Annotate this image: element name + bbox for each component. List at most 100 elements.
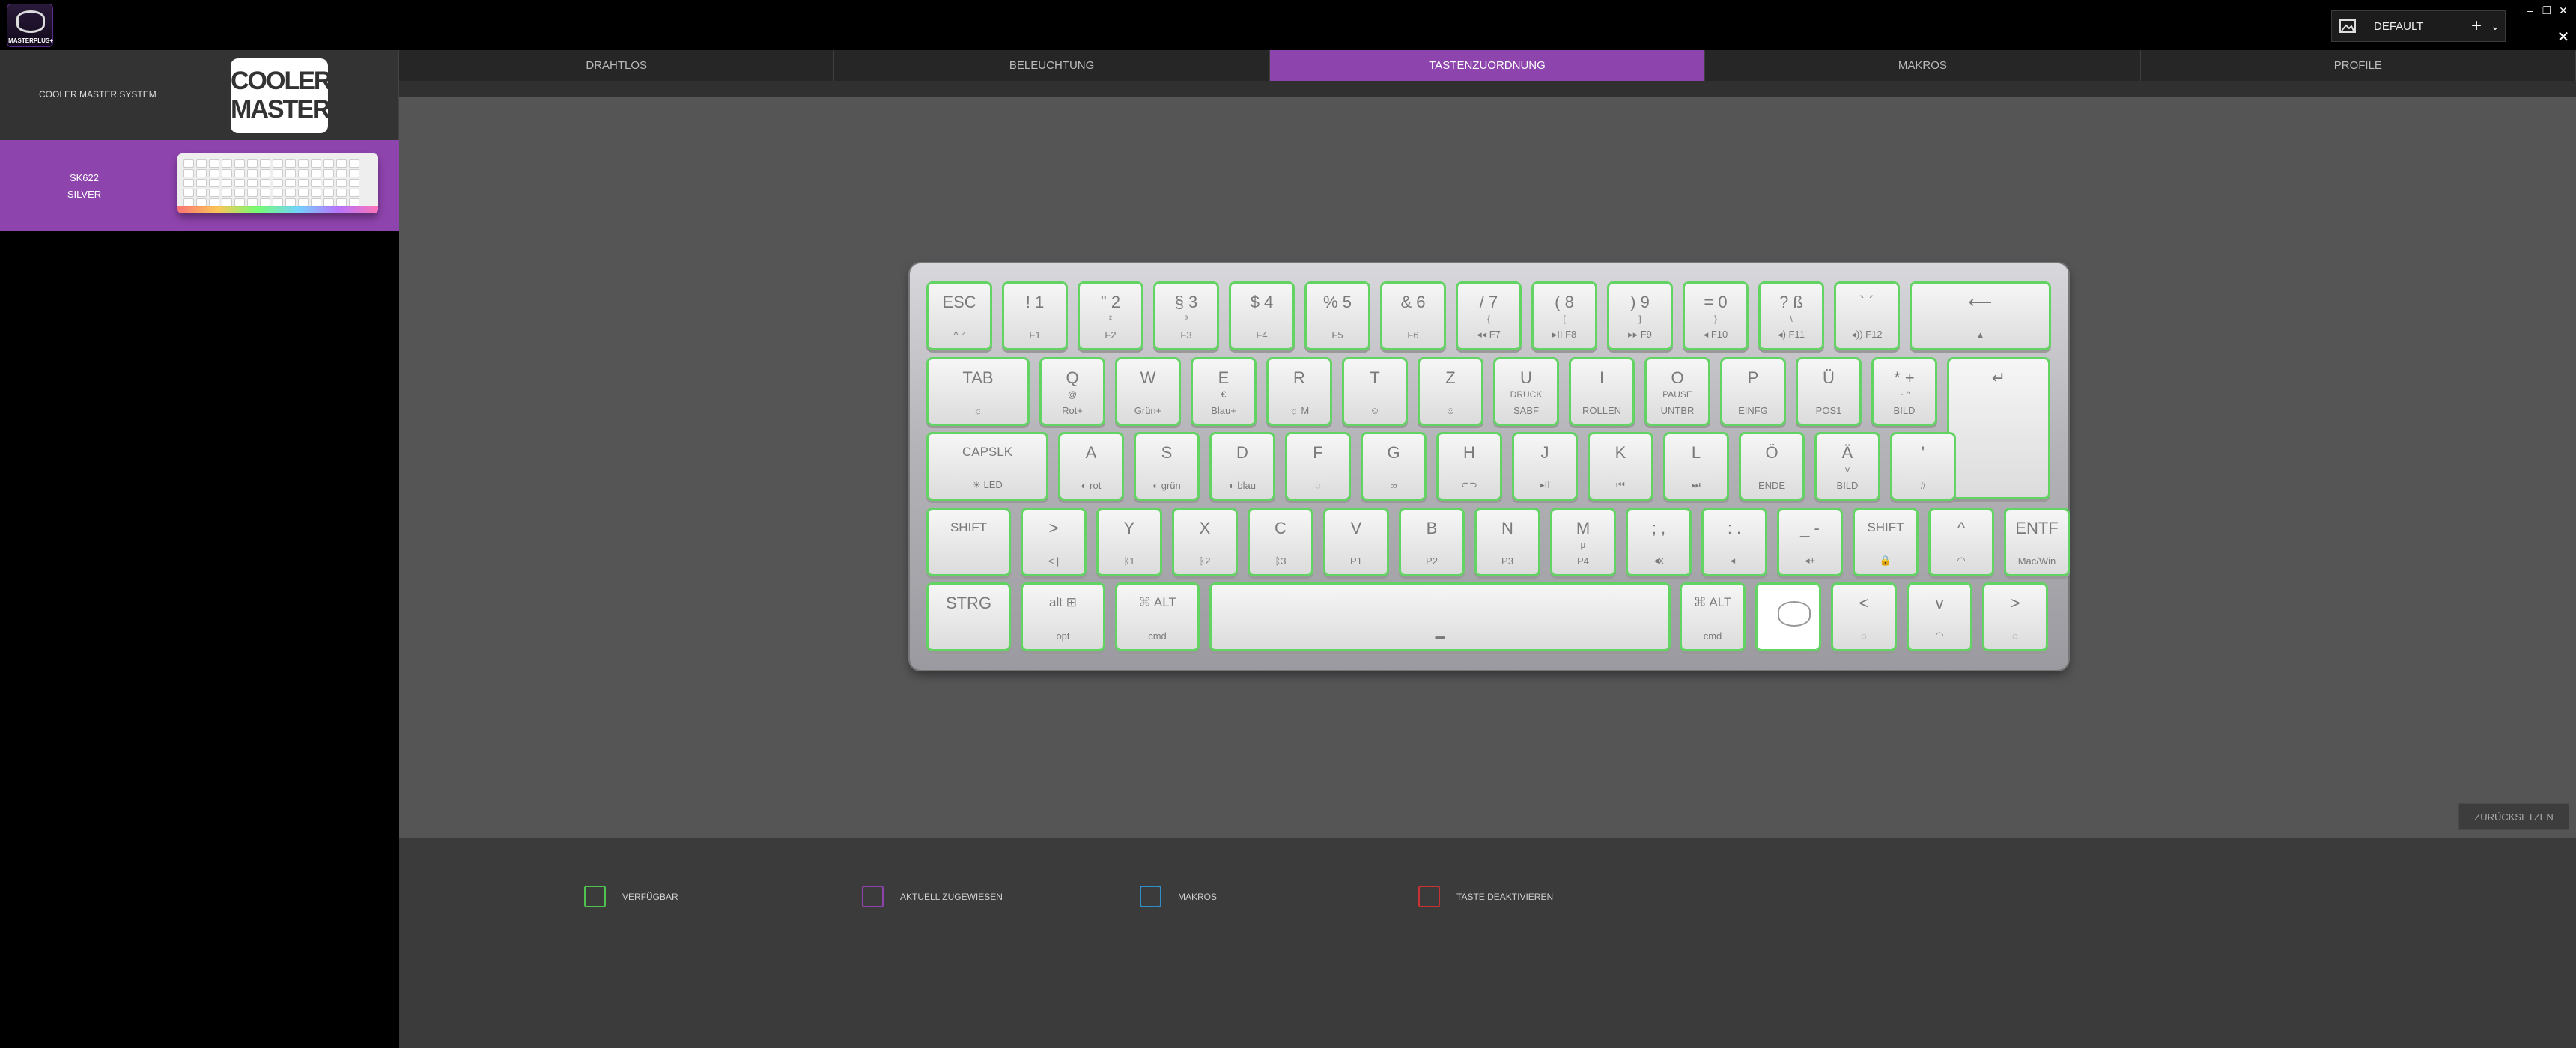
key-r2-c2[interactable]: S ◐ grün <box>1134 432 1200 501</box>
key-r2-c4[interactable]: F ◌ <box>1285 432 1351 501</box>
key-r2-c0[interactable]: CAPSLK ☀ LED <box>926 432 1048 501</box>
key-r2-c8[interactable]: K ⏮ <box>1588 432 1653 501</box>
key-r4-c1[interactable]: alt ⊞ opt <box>1021 582 1105 651</box>
key-label: Z <box>1445 368 1456 387</box>
tab-tastenzuordnung[interactable]: TASTENZUORDNUNG <box>1269 50 1706 81</box>
key-r4-c8[interactable]: > ◌ <box>1982 582 2048 651</box>
key-r1-c4[interactable]: R ☼ M <box>1266 356 1332 426</box>
key-r1-c6[interactable]: Z ☺ <box>1418 356 1483 426</box>
key-r1-c9[interactable]: O PAUSE UNTBR <box>1644 356 1710 426</box>
plus-icon[interactable]: + <box>2467 16 2485 37</box>
key-r0-c10[interactable]: = 0} ◂ F10 <box>1683 281 1749 350</box>
key-r0-c0[interactable]: ESC ^ ° <box>926 281 992 350</box>
key-secondary-label: ² <box>1109 314 1112 324</box>
key-r3-c11[interactable]: _ - ◂+ <box>1777 507 1843 576</box>
key-r3-c8[interactable]: Mµ P4 <box>1550 507 1616 576</box>
key-r0-c3[interactable]: § 3 ³ F3 <box>1153 281 1219 350</box>
thumbnail-key <box>247 179 258 187</box>
key-r2-c6[interactable]: H ⊂⊃ <box>1436 432 1502 501</box>
key-r4-c7[interactable]: v ◠ <box>1907 582 1972 651</box>
key-r2-c1[interactable]: A ◐ rot <box>1058 432 1124 501</box>
reset-button[interactable]: ZURÜCKSETZEN <box>2458 803 2569 830</box>
key-r0-c4[interactable]: $ 4 F4 <box>1229 281 1295 350</box>
key-r3-c9[interactable]: ; , ◂x <box>1626 507 1692 576</box>
key-r3-c5[interactable]: V P1 <box>1323 507 1389 576</box>
profile-selector[interactable]: DEFAULT + ⌄ <box>2331 10 2506 42</box>
key-r1-c7[interactable]: U DRUCK SABF <box>1493 356 1559 426</box>
key-r4-c5[interactable] <box>1755 582 1821 651</box>
key-fn-label: BILD <box>1836 480 1859 491</box>
key-r3-c4[interactable]: C ᛒ3 <box>1248 507 1313 576</box>
key-fn-label: ◐ grün <box>1152 480 1181 491</box>
key-r3-c2[interactable]: Y ᛒ1 <box>1096 507 1162 576</box>
window-close-button[interactable]: ✕ <box>2557 4 2569 16</box>
device-sidebar: COOLER MASTER SYSTEM COOLER MASTER SK622… <box>0 50 399 1048</box>
key-r1-c0[interactable]: TAB ☼ <box>926 356 1030 426</box>
key-r0-c2[interactable]: " 2 ² F2 <box>1078 281 1143 350</box>
key-r3-c13[interactable]: ^ ◠ <box>1928 507 1994 576</box>
key-r4-c6[interactable]: < ◌ <box>1831 582 1897 651</box>
thumbnail-key <box>311 159 321 168</box>
key-r4-c2[interactable]: ⌘ ALT cmd <box>1115 582 1200 651</box>
key-r0-c7[interactable]: / 7 {◂◂ F7 <box>1456 281 1522 350</box>
key-r3-c3[interactable]: X ᛒ2 <box>1172 507 1238 576</box>
key-r4-c3[interactable]: ▬ <box>1209 582 1671 651</box>
key-r3-c10[interactable]: : . ◂- <box>1701 507 1767 576</box>
masterplus-cup-icon <box>16 10 45 33</box>
key-r3-c14[interactable]: ENTF Mac/Win <box>2004 507 2070 576</box>
key-r1-c13[interactable]: ↵ <box>1947 356 2050 499</box>
key-r1-c10[interactable]: P EINFG <box>1720 356 1786 426</box>
key-r2-c7[interactable]: J ▸II <box>1512 432 1578 501</box>
thumbnail-key <box>209 159 219 168</box>
thumbnail-key <box>196 159 207 168</box>
tab-profile[interactable]: PROFILE <box>2141 50 2576 81</box>
restore-button[interactable]: ❐ <box>2541 4 2553 16</box>
key-r0-c12[interactable]: ` ´ ◂)) F12 <box>1834 281 1900 350</box>
key-fn-label: ◂+ <box>1804 554 1816 566</box>
tab-makros[interactable]: MAKROS <box>1705 50 2141 81</box>
tab-beleuchtung[interactable]: BELEUCHTUNG <box>834 50 1270 81</box>
key-label: N <box>1501 518 1513 537</box>
thumbnail-key <box>336 179 347 187</box>
key-r4-c4[interactable]: ⌘ ALT cmd <box>1680 582 1746 651</box>
masterplus-logo[interactable]: MASTERPLUS+ <box>7 4 53 47</box>
key-r1-c5[interactable]: T ☺ <box>1342 356 1408 426</box>
key-r3-c0[interactable]: SHIFT <box>926 507 1011 576</box>
key-fn-label: ☀ LED <box>972 479 1003 490</box>
key-r0-c6[interactable]: & 6 F6 <box>1380 281 1446 350</box>
key-r2-c5[interactable]: G ∞ <box>1361 432 1427 501</box>
key-r3-c6[interactable]: B P2 <box>1399 507 1465 576</box>
panel-close-button[interactable]: ✕ <box>2556 28 2571 46</box>
key-r3-c7[interactable]: N P3 <box>1474 507 1540 576</box>
key-r1-c1[interactable]: Q @ Rot+ <box>1039 356 1105 426</box>
key-r2-c11[interactable]: Äv BILD <box>1814 432 1880 501</box>
key-r0-c9[interactable]: ) 9] ▸▸ F9 <box>1607 281 1673 350</box>
key-r1-c3[interactable]: E € Blau+ <box>1191 356 1257 426</box>
chevron-down-icon[interactable]: ⌄ <box>2485 20 2505 33</box>
key-r0-c11[interactable]: ? ß \ ◂) F11 <box>1758 281 1824 350</box>
key-r0-c8[interactable]: ( 8 [▸II F8 <box>1531 281 1597 350</box>
key-r2-c10[interactable]: Ö ENDE <box>1739 432 1805 501</box>
key-r2-c3[interactable]: D ◐ blau <box>1209 432 1275 501</box>
key-r1-c2[interactable]: W Grün+ <box>1115 356 1181 426</box>
thumbnail-key <box>298 169 309 177</box>
tab-drahtlos[interactable]: DRAHTLOS <box>399 50 835 81</box>
key-r1-c12[interactable]: * + ~ ^ BILD <box>1871 356 1937 426</box>
thumbnail-key-row <box>183 179 359 187</box>
key-r3-c1[interactable]: > < | <box>1021 507 1087 576</box>
sidebar-item-sk622[interactable]: SK622 SILVER <box>0 140 399 231</box>
key-r2-c9[interactable]: L ⏭ <box>1663 432 1729 501</box>
key-r3-c12[interactable]: SHIFT 🔒 <box>1853 507 1919 576</box>
key-label: = 0 <box>1704 293 1728 311</box>
key-fn-label: ROLLEN <box>1582 404 1622 416</box>
key-r0-c13[interactable]: ⟵ ▲ <box>1910 281 2051 350</box>
profile-image-icon[interactable] <box>2332 11 2363 41</box>
minimize-button[interactable]: ‒ <box>2524 4 2536 16</box>
key-r1-c11[interactable]: Ü POS1 <box>1796 356 1862 426</box>
key-r4-c0[interactable]: STRG <box>926 582 1011 651</box>
key-r1-c8[interactable]: I ROLLEN <box>1569 356 1635 426</box>
sidebar-item-cooler-master-system[interactable]: COOLER MASTER SYSTEM COOLER MASTER <box>0 50 399 140</box>
key-r2-c12[interactable]: ' # <box>1890 432 1956 501</box>
key-r0-c5[interactable]: % 5 F5 <box>1304 281 1370 350</box>
key-r0-c1[interactable]: ! 1 F1 <box>1002 281 1068 350</box>
